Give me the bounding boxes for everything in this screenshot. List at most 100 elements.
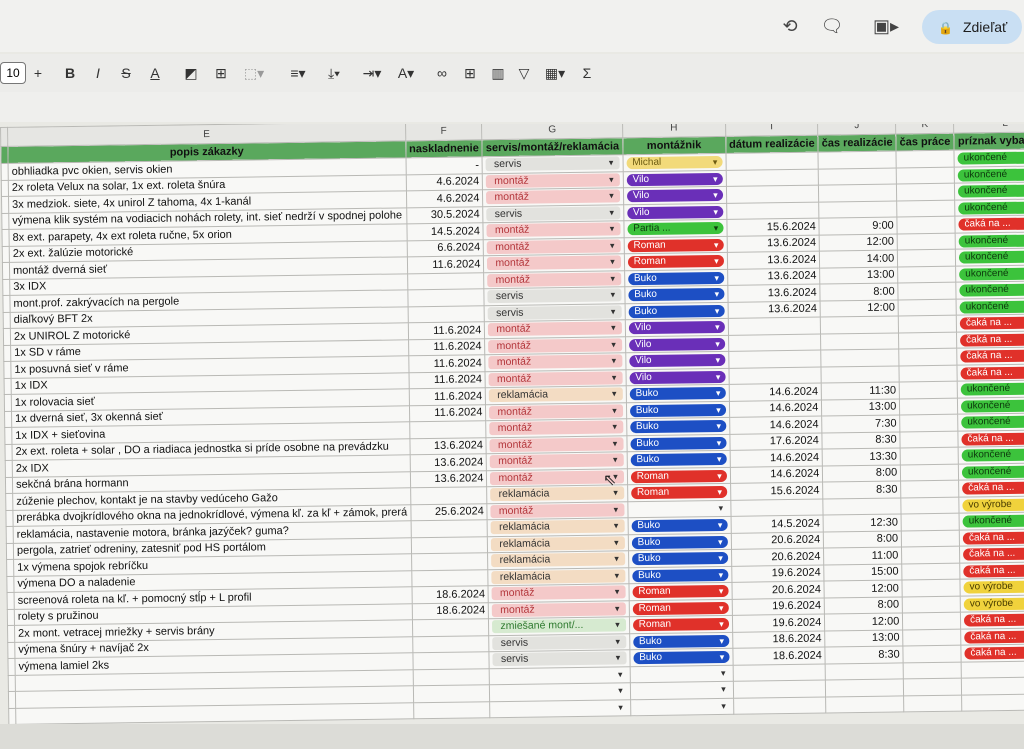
type-dropdown-chip[interactable]: servis bbox=[486, 206, 621, 221]
type-cell[interactable]: montáž bbox=[486, 418, 627, 438]
status-pill[interactable]: čaká na ... bbox=[962, 481, 1024, 495]
stock-date-cell[interactable]: 14.5.2024 bbox=[406, 222, 484, 241]
spreadsheet-grid[interactable]: E F G H I J K L popis zákazky naskladnen… bbox=[0, 124, 1024, 724]
status-pill[interactable]: ukončené bbox=[959, 267, 1024, 281]
technician-cell[interactable]: Buko bbox=[627, 516, 731, 535]
work-time-cell[interactable] bbox=[897, 216, 956, 234]
technician-pill[interactable]: Buko bbox=[631, 552, 728, 566]
status-cell[interactable] bbox=[961, 660, 1024, 679]
status-pill[interactable]: vo výrobe bbox=[962, 498, 1024, 512]
status-pill[interactable]: čaká na ... bbox=[962, 531, 1024, 545]
work-time-cell[interactable] bbox=[901, 562, 960, 580]
technician-pill[interactable]: Buko bbox=[628, 288, 725, 302]
realization-time-cell[interactable] bbox=[821, 365, 900, 384]
bold-icon[interactable]: B bbox=[62, 62, 78, 84]
stock-date-cell[interactable]: 4.6.2024 bbox=[406, 189, 484, 208]
type-dropdown-chip[interactable]: montáž bbox=[489, 404, 623, 419]
text-wrapping-icon[interactable]: ⇥▾ bbox=[358, 62, 386, 84]
technician-cell[interactable]: Vilo bbox=[625, 318, 729, 337]
realization-time-cell[interactable] bbox=[818, 183, 897, 202]
work-time-cell[interactable] bbox=[897, 265, 956, 283]
work-time-cell[interactable] bbox=[896, 183, 955, 201]
type-cell[interactable]: montáž bbox=[486, 451, 628, 471]
work-time-cell[interactable] bbox=[902, 612, 961, 630]
status-cell[interactable]: vo výrobe bbox=[958, 495, 1024, 514]
status-cell[interactable]: ukončené bbox=[958, 462, 1024, 481]
realization-time-cell[interactable]: 12:00 bbox=[824, 612, 903, 631]
type-cell[interactable]: reklamácia bbox=[487, 517, 629, 537]
dropdown-arrow-icon[interactable]: ▾ bbox=[634, 701, 730, 713]
insert-comment-icon[interactable]: ⊞ bbox=[460, 62, 480, 84]
version-history-icon[interactable]: ⟲ bbox=[778, 14, 802, 38]
type-dropdown-chip[interactable]: servis bbox=[487, 288, 622, 304]
type-dropdown-chip[interactable]: montáž bbox=[490, 453, 624, 469]
technician-cell[interactable]: Roman bbox=[627, 466, 731, 485]
work-time-cell[interactable] bbox=[900, 430, 959, 448]
realization-date-cell[interactable] bbox=[725, 168, 819, 187]
status-cell[interactable]: ukončené bbox=[954, 181, 1024, 200]
status-cell[interactable] bbox=[961, 676, 1024, 695]
technician-cell[interactable]: Vilo bbox=[625, 334, 729, 353]
work-time-cell[interactable] bbox=[899, 381, 958, 399]
type-cell[interactable]: ▾ bbox=[489, 682, 631, 702]
realization-date-cell[interactable] bbox=[728, 317, 821, 335]
type-cell[interactable]: reklamácia bbox=[485, 385, 627, 405]
type-dropdown-chip[interactable]: montáž bbox=[488, 371, 623, 386]
technician-cell[interactable]: Vilo bbox=[625, 351, 729, 370]
technician-pill[interactable]: Buko bbox=[631, 519, 728, 533]
type-dropdown-chip[interactable]: montáž bbox=[487, 272, 622, 287]
stock-date-cell[interactable] bbox=[407, 288, 485, 307]
work-time-cell[interactable] bbox=[896, 150, 955, 168]
technician-pill[interactable]: Roman bbox=[630, 486, 728, 500]
stock-date-cell[interactable]: 6.6.2024 bbox=[406, 239, 484, 257]
status-pill[interactable]: čaká na ... bbox=[963, 613, 1024, 627]
status-cell[interactable]: ukončené bbox=[955, 247, 1024, 266]
realization-date-cell[interactable] bbox=[728, 350, 822, 368]
status-cell[interactable]: ukončené bbox=[955, 264, 1024, 283]
realization-time-cell[interactable]: 14:00 bbox=[819, 249, 898, 268]
technician-cell[interactable]: Partia ... bbox=[623, 219, 727, 238]
status-cell[interactable]: ukončené bbox=[955, 280, 1024, 299]
type-cell[interactable]: ▾ bbox=[490, 699, 631, 718]
stock-date-cell[interactable]: 13.6.2024 bbox=[410, 470, 488, 488]
stock-date-cell[interactable]: 30.5.2024 bbox=[406, 206, 484, 224]
status-cell[interactable]: ukončené bbox=[953, 148, 1024, 167]
stock-date-cell[interactable] bbox=[407, 305, 485, 323]
stock-date-cell[interactable] bbox=[412, 618, 490, 637]
stock-date-cell[interactable]: 18.6.2024 bbox=[411, 602, 489, 620]
type-dropdown-chip[interactable]: montáž bbox=[489, 420, 624, 436]
technician-cell[interactable]: Michal bbox=[622, 153, 726, 172]
technician-pill[interactable]: Vilo bbox=[628, 337, 725, 351]
realization-time-cell[interactable]: 8:00 bbox=[823, 530, 902, 549]
realization-date-cell[interactable] bbox=[728, 333, 822, 352]
status-cell[interactable]: čaká na ... bbox=[960, 627, 1024, 646]
realization-date-cell[interactable]: 15.6.2024 bbox=[730, 482, 824, 500]
increase-font-size-button[interactable]: + bbox=[30, 62, 46, 84]
type-dropdown-chip[interactable]: reklamácia bbox=[491, 536, 625, 551]
technician-pill[interactable]: Buko bbox=[632, 568, 729, 582]
type-dropdown-chip[interactable]: montáž bbox=[492, 602, 626, 617]
borders-icon[interactable]: ⊞ bbox=[212, 62, 230, 84]
status-pill[interactable]: čaká na ... bbox=[960, 349, 1024, 363]
technician-cell[interactable]: Buko bbox=[629, 631, 733, 650]
technician-cell[interactable]: Roman bbox=[627, 483, 731, 502]
technician-pill[interactable]: Partia ... bbox=[627, 222, 724, 236]
realization-date-cell[interactable] bbox=[733, 696, 827, 715]
type-dropdown-chip[interactable]: servis bbox=[485, 156, 620, 172]
technician-pill[interactable]: Buko bbox=[630, 453, 727, 467]
realization-time-cell[interactable]: 13:00 bbox=[819, 266, 899, 285]
type-cell[interactable]: montáž bbox=[482, 171, 624, 190]
meet-camera-icon[interactable]: ▣▸ bbox=[868, 14, 904, 38]
column-header[interactable]: F bbox=[405, 124, 483, 141]
realization-time-cell[interactable]: 8:30 bbox=[822, 431, 901, 450]
type-dropdown-chip[interactable]: reklamácia bbox=[491, 569, 626, 584]
type-cell[interactable]: reklamácia bbox=[487, 550, 629, 570]
technician-cell[interactable]: ▾ bbox=[629, 664, 734, 683]
status-pill[interactable]: čaká na ... bbox=[963, 547, 1024, 561]
stock-date-cell[interactable]: 13.6.2024 bbox=[409, 453, 487, 472]
realization-date-cell[interactable] bbox=[725, 152, 819, 170]
type-cell[interactable]: montáž bbox=[484, 270, 625, 289]
realization-time-cell[interactable] bbox=[823, 497, 902, 516]
status-cell[interactable]: ukončené bbox=[955, 231, 1024, 250]
technician-pill[interactable]: Vilo bbox=[629, 354, 726, 368]
